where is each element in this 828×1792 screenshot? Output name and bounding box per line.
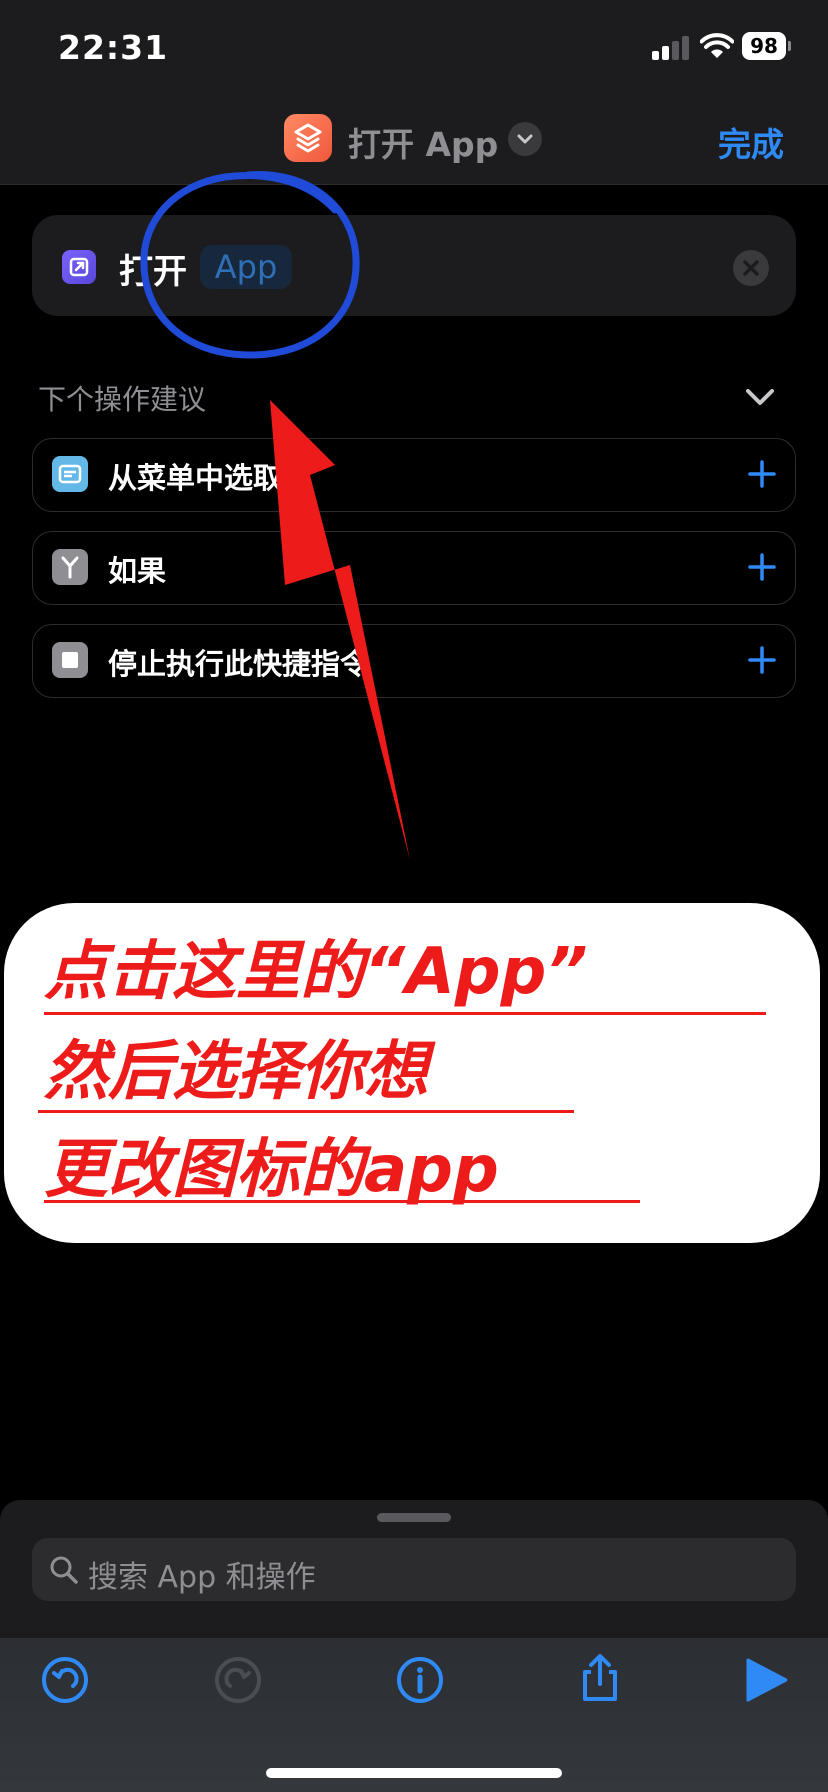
search-placeholder: 搜索 App 和操作 (88, 1560, 316, 1595)
annotation-underline (38, 1110, 574, 1113)
annotation-arrow (270, 400, 410, 860)
add-icon[interactable] (748, 646, 776, 674)
add-icon[interactable] (748, 553, 776, 581)
clear-icon[interactable] (733, 250, 769, 286)
wifi-icon (700, 33, 734, 58)
annotation-circle (140, 171, 360, 359)
chevron-down-icon[interactable] (740, 382, 780, 412)
nav-title[interactable]: 打开 App (348, 118, 498, 166)
play-icon[interactable] (740, 1654, 792, 1706)
info-icon[interactable] (394, 1654, 446, 1706)
annotation-line: 点击这里的“App” (44, 935, 588, 1009)
annotation-line: 更改图标的app (44, 1133, 499, 1207)
done-button[interactable]: 完成 (718, 118, 784, 166)
suggestions-header: 下个操作建议 (38, 383, 207, 416)
battery-level: 98 (742, 32, 786, 60)
home-indicator (266, 1768, 562, 1778)
branch-icon (52, 549, 88, 585)
share-icon[interactable] (574, 1652, 626, 1704)
add-icon[interactable] (748, 460, 776, 488)
open-app-icon (62, 250, 96, 284)
menu-icon (52, 456, 88, 492)
redo-icon[interactable] (212, 1654, 264, 1706)
status-time: 22:31 (58, 28, 169, 67)
battery-icon: 98 (742, 32, 791, 60)
shortcuts-icon[interactable] (284, 114, 332, 162)
cellular-signal-icon (652, 36, 692, 60)
stop-icon (52, 642, 88, 678)
search-icon (50, 1556, 78, 1584)
annotation-line: 然后选择你想 (44, 1035, 428, 1109)
annotation-underline (44, 1200, 640, 1203)
undo-icon[interactable] (39, 1654, 91, 1706)
annotation-underline (44, 1012, 766, 1015)
chevron-down-icon[interactable] (508, 122, 542, 156)
suggestion-label: 如果 (108, 554, 167, 588)
sheet-grabber[interactable] (377, 1513, 451, 1522)
